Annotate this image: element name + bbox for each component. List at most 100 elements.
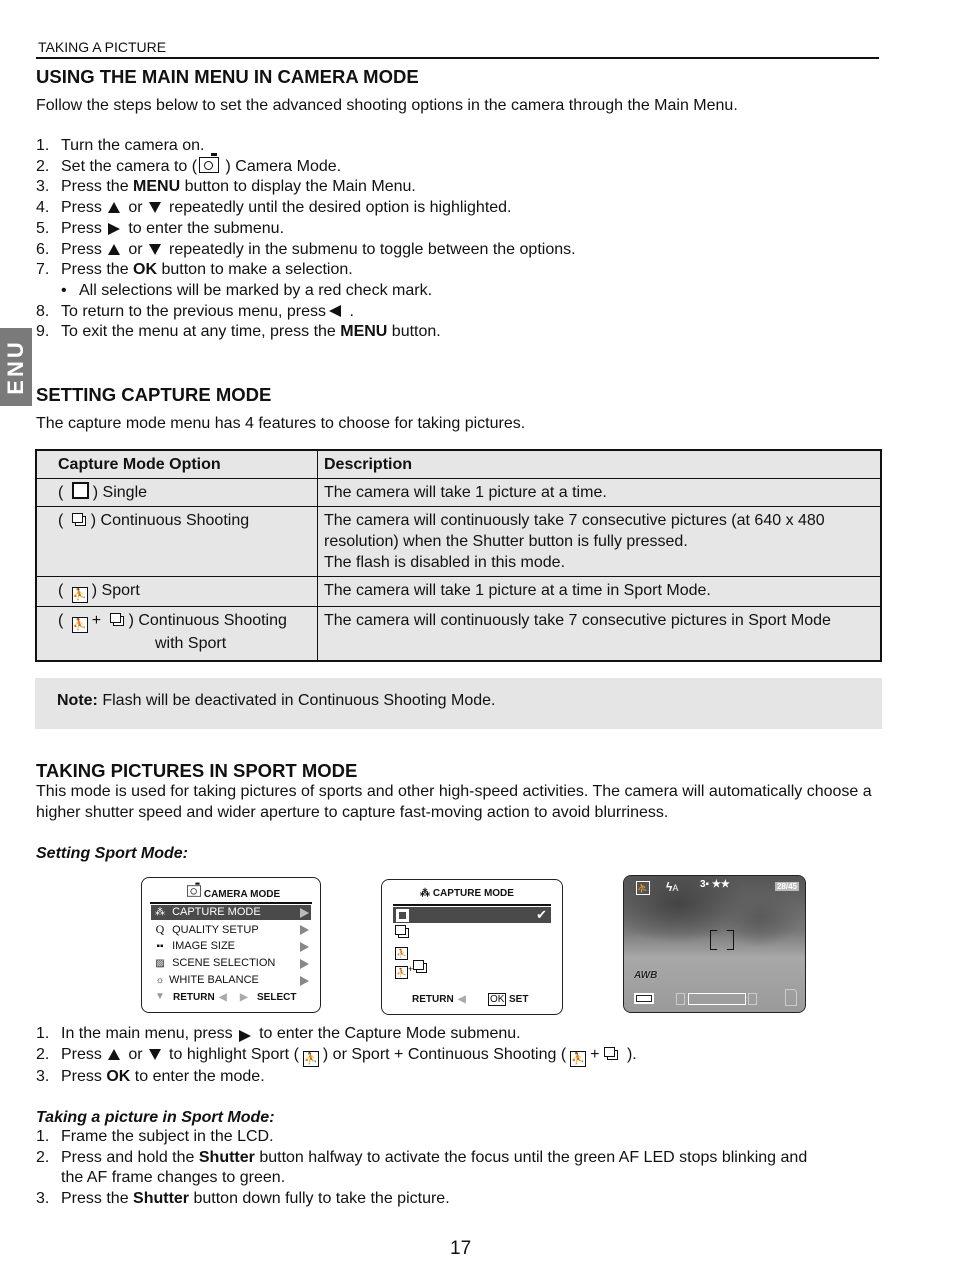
table-row: ( ) Continuous Shooting The camera will … xyxy=(35,506,882,577)
lcd-preview-screen: ⛹ ϟA 3▪ ★★ 28/45 AWB xyxy=(623,875,806,1013)
zoom-wide-icon xyxy=(676,993,685,1005)
up-arrow-icon xyxy=(107,1048,120,1060)
menu-item-capture-mode[interactable]: ⁂ CAPTURE MODE xyxy=(151,905,311,920)
continuous-shot-icon xyxy=(413,960,428,975)
chevron-right-icon xyxy=(300,976,309,986)
table-row: ( ⛹ + ) Continuous Shooting with Sport The… xyxy=(35,606,882,661)
right-arrow-icon: ▶ xyxy=(240,992,248,1003)
capture-mode-intro: The capture mode menu has 4 features to … xyxy=(36,415,526,432)
right-arrow-icon xyxy=(238,1030,251,1042)
main-menu-intro: Follow the steps below to set the advanc… xyxy=(36,97,738,114)
step: 4. Press or repeatedly until the desired … xyxy=(36,199,512,217)
capture-mode-table: Capture Mode Option Description ( ) Sing… xyxy=(35,449,882,662)
sport-mode-title: TAKING PICTURES IN SPORT MODE xyxy=(36,760,358,781)
option-cell: ( ) Single xyxy=(35,478,318,507)
sport-icon: ⛹ xyxy=(636,881,650,895)
capture-mode-submenu-screen: ⁂ CAPTURE MODE ✔ ⛹ ⛹ + RETURN ◀ OK SET xyxy=(381,879,563,1015)
continuous-shot-icon xyxy=(109,613,125,628)
setting-sport-heading: Setting Sport Mode: xyxy=(36,845,188,862)
capture-mode-icon: ⁂ xyxy=(420,888,433,899)
menu-item-white-balance[interactable]: ☼ WHITE BALANCE xyxy=(151,973,311,988)
sport-icon: ⛹ xyxy=(302,1050,319,1067)
section-header: TAKING A PICTURE xyxy=(38,39,167,55)
option-cell: ( ) Continuous Shooting xyxy=(35,506,318,577)
description-cell: The camera will continuously take 7 cons… xyxy=(317,506,882,577)
language-tab-label: ENU xyxy=(3,339,28,395)
sport-icon: ⛹ xyxy=(570,1050,587,1067)
set-label: SET xyxy=(509,994,529,1005)
table-header-row: Capture Mode Option Description xyxy=(35,449,882,479)
white-balance-icon: ☼ xyxy=(155,975,165,986)
quality-icon: Q xyxy=(155,922,165,936)
continuous-shot-icon xyxy=(71,513,87,528)
up-arrow-icon xyxy=(107,243,120,255)
continuous-shot-icon xyxy=(395,925,410,940)
shots-remaining: 28/45 xyxy=(774,882,799,891)
flash-auto-icon: ϟA xyxy=(666,880,679,894)
step: 5. Press to enter the submenu. xyxy=(36,219,285,237)
ok-icon: OK xyxy=(488,993,507,1006)
table-row: ( ⛹) Sport The camera will take 1 pictur… xyxy=(35,576,882,607)
sport-icon: ⛹ xyxy=(395,947,408,960)
table-row: ( ) Single The camera will take 1 pictur… xyxy=(35,478,882,507)
option-sport[interactable]: ⛹ xyxy=(393,943,553,960)
step: 1. Frame the subject in the LCD. xyxy=(36,1128,274,1145)
image-size-icon: ▪▪ xyxy=(156,941,164,952)
up-arrow-icon xyxy=(107,202,120,214)
camera-mode-menu-screen: CAMERA MODE ⁂ CAPTURE MODE Q QUALITY SET… xyxy=(141,877,321,1013)
menu-item-scene-selection[interactable]: ▨ SCENE SELECTION xyxy=(151,956,311,971)
step: 3. Press the Shutter button down fully to… xyxy=(36,1190,450,1208)
sport-mode-intro: This mode is used for taking pictures of… xyxy=(36,783,872,821)
continuous-shot-icon xyxy=(603,1046,619,1062)
step: 8. To return to the previous menu, press … xyxy=(36,302,354,320)
chevron-right-icon xyxy=(300,925,309,935)
step: 6. Press or repeatedly in the submenu to … xyxy=(36,240,576,258)
zoom-bar xyxy=(688,993,746,1005)
chevron-right-icon xyxy=(300,908,309,918)
step: 3. Press OK to enter the mode. xyxy=(36,1067,265,1085)
taking-sport-heading: Taking a picture in Sport Mode: xyxy=(36,1109,275,1126)
menu-title: CAMERA MODE xyxy=(203,889,281,900)
step: 9. To exit the menu at any time, press th… xyxy=(36,323,441,341)
camera-icon xyxy=(186,882,201,897)
step: 3. Press the MENU button to display the M… xyxy=(36,178,416,196)
description-cell: The camera will continuously take 7 cons… xyxy=(317,606,882,661)
step: 2. Press or to highlight Sport (⛹) or Spo… xyxy=(36,1045,637,1067)
single-shot-icon xyxy=(71,482,89,499)
option-sport-continuous[interactable]: ⛹ + xyxy=(393,960,553,979)
chevron-right-icon xyxy=(300,959,309,969)
capture-mode-icon: ⁂ xyxy=(155,907,165,918)
down-arrow-icon xyxy=(148,202,161,214)
sub-bullet: • All selections will be marked by a red … xyxy=(61,281,433,299)
scene-icon: ▨ xyxy=(155,958,165,969)
down-arrow-icon: ▼ xyxy=(155,991,165,1002)
down-arrow-icon xyxy=(148,243,161,255)
column-header: Capture Mode Option xyxy=(35,449,318,479)
option-continuous[interactable] xyxy=(393,925,553,940)
note-label: Note: xyxy=(57,692,98,709)
left-arrow-icon xyxy=(329,305,342,318)
menu-title: CAPTURE MODE xyxy=(432,888,514,899)
option-single[interactable]: ✔ xyxy=(393,907,551,923)
return-label: RETURN xyxy=(412,994,454,1005)
memory-card-icon xyxy=(785,989,797,1006)
step: 1. In the main menu, press to enter the C… xyxy=(36,1025,521,1042)
page-number: 17 xyxy=(450,1238,472,1259)
taking-sport-steps: 1. Frame the subject in the LCD. 2. Press … xyxy=(36,1127,876,1210)
step: 2. Press and hold the Shutter button half… xyxy=(36,1148,808,1187)
af-frame xyxy=(710,930,734,950)
right-arrow-icon xyxy=(107,222,120,235)
language-tab: ENU xyxy=(0,328,32,406)
left-arrow-icon: ◀ xyxy=(458,994,466,1005)
check-icon: ✔ xyxy=(536,907,547,922)
note-box: Note: Flash will be deactivated in Conti… xyxy=(35,678,882,729)
left-arrow-icon: ◀ xyxy=(219,992,227,1003)
step: 7. Press the OK button to make a selectio… xyxy=(36,261,353,279)
sport-icon: ⛹ xyxy=(395,966,408,979)
down-arrow-icon xyxy=(148,1048,161,1060)
menu-item-image-size[interactable]: ▪▪ IMAGE SIZE xyxy=(151,939,311,954)
menu-item-quality-setup[interactable]: Q QUALITY SETUP xyxy=(151,922,311,937)
white-balance-auto-icon: AWB xyxy=(634,970,658,981)
main-menu-steps: 1. Turn the camera on. 2. Set the camera t… xyxy=(36,136,576,343)
camera-icon xyxy=(199,152,220,173)
